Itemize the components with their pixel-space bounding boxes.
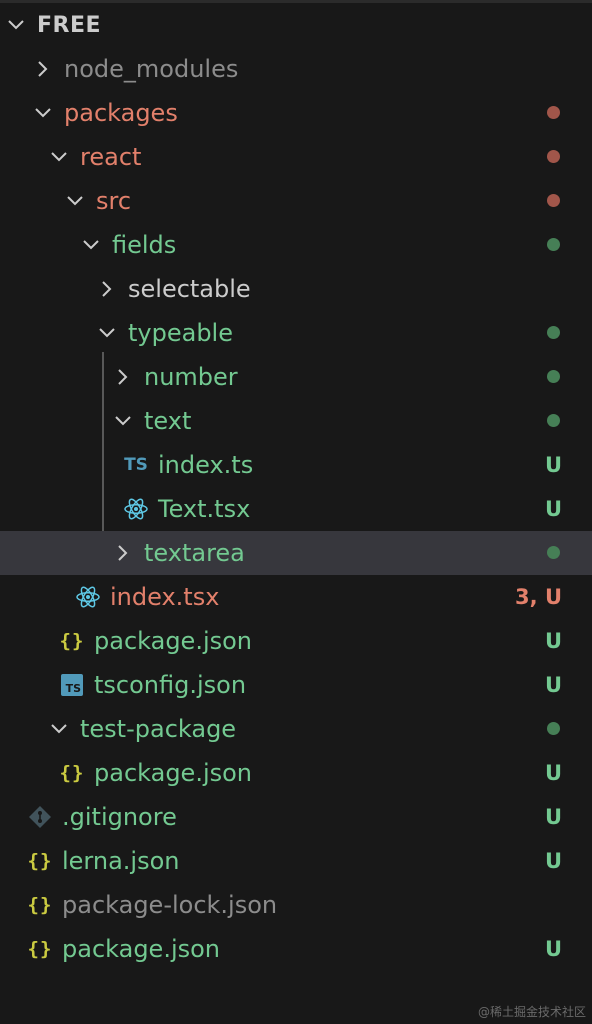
chevron-right-icon[interactable]: [112, 531, 134, 575]
json-icon: {}: [27, 894, 53, 916]
folder-fields[interactable]: fields: [0, 223, 592, 267]
tree-item-label: index.ts: [158, 451, 254, 479]
tree-item-label: Text.tsx: [158, 495, 251, 523]
folder-selectable[interactable]: selectable: [0, 267, 592, 311]
tree-item-label: lerna.json: [62, 847, 180, 875]
git-status-badge: U: [544, 453, 562, 477]
modified-dot-icon: [547, 370, 560, 383]
tree-item-label: textarea: [144, 539, 245, 567]
react-icon: [74, 575, 102, 619]
folder-textarea[interactable]: textarea: [0, 531, 592, 575]
chevron-down-icon[interactable]: [48, 707, 70, 751]
chevron-right-icon[interactable]: [96, 267, 118, 311]
explorer-title: FREE: [37, 12, 102, 38]
tree-item-label: package-lock.json: [62, 891, 278, 919]
chevron-down-icon[interactable]: [32, 91, 54, 135]
git-status-badge: U: [544, 805, 562, 829]
tree-item-label: tsconfig.json: [94, 671, 247, 699]
file-text-tsx[interactable]: Text.tsx U: [0, 487, 592, 531]
tree-item-label: .gitignore: [62, 803, 177, 831]
git-status-badge: U: [544, 761, 562, 785]
git-status-badge: U: [544, 673, 562, 697]
git-status-badge: U: [544, 629, 562, 653]
json-icon: {}: [59, 762, 85, 784]
tsconfig-icon: TS: [58, 663, 86, 707]
git-status-badge: U: [544, 937, 562, 961]
modified-dot-icon: [547, 722, 560, 735]
folder-node-modules[interactable]: node_modules: [0, 47, 592, 91]
git-status-badge: U: [544, 849, 562, 873]
explorer-section-header[interactable]: FREE: [0, 3, 592, 47]
folder-packages[interactable]: packages: [0, 91, 592, 135]
chevron-right-icon[interactable]: [32, 47, 54, 91]
tree-item-label: package.json: [94, 759, 253, 787]
watermark: @稀土掘金技术社区: [477, 1005, 586, 1019]
modified-dot-icon: [547, 194, 560, 207]
file-package-lock-json[interactable]: {} package-lock.json: [0, 883, 592, 927]
tree-item-label: node_modules: [64, 55, 239, 83]
react-icon: [122, 487, 150, 531]
folder-src[interactable]: src: [0, 179, 592, 223]
json-icon: {}: [27, 850, 53, 872]
file-explorer: FREE node_modules packages react src fields s…: [0, 0, 592, 1024]
tree-item-label: number: [144, 363, 238, 391]
chevron-down-icon[interactable]: [96, 311, 118, 355]
file-tsconfig-json[interactable]: TS tsconfig.json U: [0, 663, 592, 707]
tree-item-label: react: [80, 143, 142, 171]
file-package-json[interactable]: {} package.json U: [0, 927, 592, 971]
folder-test-package[interactable]: test-package: [0, 707, 592, 751]
folder-typeable[interactable]: typeable: [0, 311, 592, 355]
chevron-down-icon[interactable]: [112, 399, 134, 443]
modified-dot-icon: [547, 150, 560, 163]
modified-dot-icon: [547, 326, 560, 339]
json-icon: {}: [27, 938, 53, 960]
tree-item-label: packages: [64, 99, 178, 127]
tree-item-label: test-package: [80, 715, 237, 743]
tree-item-label: selectable: [128, 275, 251, 303]
tree-item-label: text: [144, 407, 192, 435]
file-package-json[interactable]: {} package.json U: [0, 751, 592, 795]
modified-dot-icon: [547, 414, 560, 427]
file-lerna-json[interactable]: {} lerna.json U: [0, 839, 592, 883]
folder-react[interactable]: react: [0, 135, 592, 179]
chevron-down-icon[interactable]: [64, 179, 86, 223]
tree-item-label: package.json: [62, 935, 221, 963]
git-status-badge: U: [544, 497, 562, 521]
tree-item-label: fields: [112, 231, 177, 259]
chevron-down-icon[interactable]: [48, 135, 70, 179]
git-status-badge: 3, U: [515, 585, 562, 609]
git-icon: [26, 795, 54, 839]
file-gitignore[interactable]: .gitignore U: [0, 795, 592, 839]
tree-item-label: index.tsx: [110, 583, 220, 611]
chevron-down-icon: [5, 3, 27, 47]
typescript-icon: TS: [124, 455, 148, 475]
tree-item-label: src: [96, 187, 132, 215]
folder-text[interactable]: text: [0, 399, 592, 443]
folder-number[interactable]: number: [0, 355, 592, 399]
file-package-json[interactable]: {} package.json U: [0, 619, 592, 663]
chevron-down-icon[interactable]: [80, 223, 102, 267]
file-index-ts[interactable]: TS index.ts U: [0, 443, 592, 487]
modified-dot-icon: [547, 238, 560, 251]
json-icon: {}: [59, 630, 85, 652]
modified-dot-icon: [547, 106, 560, 119]
modified-dot-icon: [547, 546, 560, 559]
tree-item-label: package.json: [94, 627, 253, 655]
tree-item-label: typeable: [128, 319, 233, 347]
chevron-right-icon[interactable]: [112, 355, 134, 399]
file-index-tsx[interactable]: index.tsx 3, U: [0, 575, 592, 619]
